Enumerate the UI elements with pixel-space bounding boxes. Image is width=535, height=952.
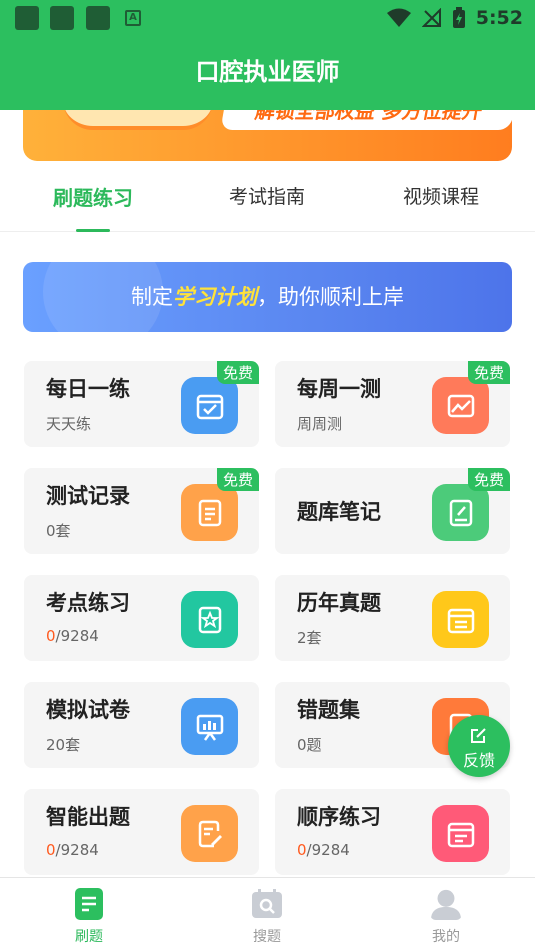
nav-label: 刷题 [75,929,103,945]
nav-search[interactable]: 搜题 [227,888,307,946]
search-icon [252,889,282,918]
presentation-icon [181,698,238,755]
document-icon [181,484,238,541]
free-badge: 免费 [467,468,510,491]
card-sequential-practice[interactable]: 顺序练习 0/9284 [275,789,510,875]
user-icon [430,889,462,920]
star-book-icon [181,591,238,648]
bottom-nav: 刷题 搜题 我的 [0,877,535,952]
card-test-records[interactable]: 测试记录 0套 免费 [24,468,259,554]
card-subtitle: 2套 [297,629,322,647]
battery-charging-icon [452,7,465,28]
card-weekly-test[interactable]: 每周一测 周周测 免费 [275,361,510,447]
card-title: 每周一测 [297,377,381,401]
edit-doc-icon [181,805,238,862]
card-subtitle: 0套 [46,522,71,540]
card-title: 每日一练 [46,377,130,401]
notification-icon [15,6,39,30]
chart-image-icon [432,377,489,434]
page-title: 口腔执业医师 [195,58,340,86]
card-subtitle: 0题 [297,736,322,754]
plan-suffix: ，助你顺利上岸 [257,285,404,309]
free-badge: 免费 [467,361,510,384]
tab-exam-guide[interactable]: 考试指南 [217,182,317,209]
progress-done: 0 [46,841,56,859]
card-title: 考点练习 [46,591,130,615]
card-mock-papers[interactable]: 模拟试卷 20套 [24,682,259,768]
tab-practice[interactable]: 刷题练习 [43,182,143,211]
card-progress: 0/9284 [297,841,350,859]
nav-label: 搜题 [253,929,281,945]
card-smart-questions[interactable]: 智能出题 0/9284 [24,789,259,875]
status-time: 5:52 [475,7,523,29]
card-progress: 0/9284 [46,841,99,859]
card-title: 错题集 [297,698,360,722]
card-title: 题库笔记 [297,500,381,524]
plan-prefix: 制定 [131,285,173,309]
card-title: 模拟试卷 [46,698,130,722]
card-key-point-practice[interactable]: 考点练习 0/9284 [24,575,259,661]
card-question-notes[interactable]: 题库笔记 免费 [275,468,510,554]
study-plan-banner[interactable]: 制定学习计划，助你顺利上岸 [23,262,512,332]
order-calendar-icon [432,805,489,862]
nav-profile[interactable]: 我的 [406,888,486,946]
card-subtitle: 天天练 [46,415,92,433]
tab-bar: 刷题练习 考试指南 视频课程 [0,162,535,232]
card-subtitle: 周周测 [297,415,343,433]
progress-total: /9284 [55,841,99,859]
card-progress: 0/9284 [46,627,99,645]
no-signal-icon [421,8,441,27]
notification-icon [86,6,110,30]
card-title: 顺序练习 [297,805,381,829]
wifi-icon [386,8,411,27]
calendar-icon [432,591,489,648]
edit-icon [471,728,486,743]
tab-video-course[interactable]: 视频课程 [391,182,491,209]
calendar-check-icon [181,377,238,434]
feedback-button[interactable]: 反馈 [448,715,510,777]
header-overlay: 口腔执业医师 A 5:52 [0,0,535,110]
card-title: 智能出题 [46,805,130,829]
notification-icon [50,6,74,30]
tab-indicator [76,229,110,232]
nav-quiz[interactable]: 刷题 [49,888,129,946]
plan-highlight: 学习计划 [173,285,257,309]
notification-a-icon: A [125,10,141,26]
nav-label: 我的 [432,929,460,945]
card-title: 历年真题 [297,591,381,615]
card-subtitle: 20套 [46,736,81,754]
progress-total: /9284 [306,841,350,859]
card-title: 测试记录 [46,484,130,508]
progress-done: 0 [46,627,56,645]
card-past-exams[interactable]: 历年真题 2套 [275,575,510,661]
feedback-label: 反馈 [462,751,495,770]
notebook-pen-icon [432,484,489,541]
progress-done: 0 [297,841,307,859]
progress-total: /9284 [55,627,99,645]
quiz-doc-icon [75,888,103,920]
free-badge: 免费 [216,361,259,384]
free-badge: 免费 [216,468,259,491]
card-daily-practice[interactable]: 每日一练 天天练 免费 [24,361,259,447]
